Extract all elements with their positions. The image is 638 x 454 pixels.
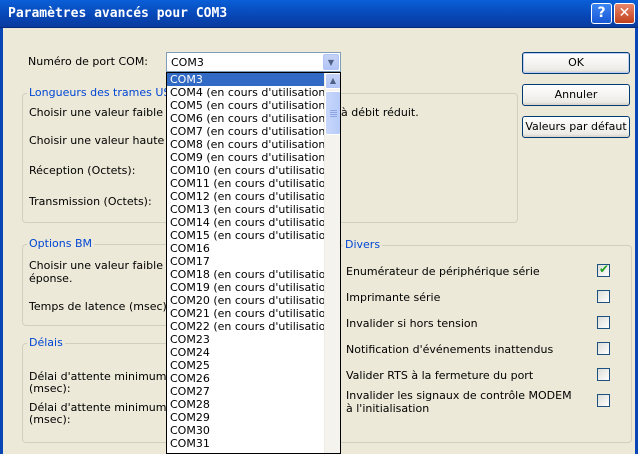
modem-signals-checkbox[interactable] <box>597 394 610 407</box>
usb-group-title: Longueurs des trames USB <box>27 86 180 99</box>
dropdown-scrollbar[interactable]: ▲ <box>324 73 340 453</box>
dropdown-option[interactable]: COM9 (en cours d'utilisation) <box>167 151 340 164</box>
usb-line1-right: à débit réduit. <box>341 106 419 119</box>
delays-group-title: Délais <box>27 336 65 349</box>
divers-group-title: Divers <box>343 238 383 251</box>
dropdown-option[interactable]: COM6 (en cours d'utilisation) <box>167 112 340 125</box>
window-title: Paramètres avancés pour COM3 <box>8 6 228 21</box>
divers-item-label: Notification d'événements inattendus <box>346 343 554 356</box>
dropdown-option[interactable]: COM28 <box>167 398 340 411</box>
bm-group-title: Options BM <box>27 237 94 250</box>
enumerator-checkbox[interactable]: ✔ <box>597 262 610 277</box>
dropdown-option[interactable]: COM4 (en cours d'utilisation) <box>167 86 340 99</box>
dropdown-option[interactable]: COM19 (en cours d'utilisation) <box>167 281 340 294</box>
dropdown-option[interactable]: COM23 <box>167 333 340 346</box>
divers-item-label: Imprimante série <box>346 291 441 304</box>
scroll-up-icon[interactable]: ▲ <box>325 73 340 89</box>
port-label: Numéro de port COM: <box>28 55 149 68</box>
reception-label: Réception (Octets): <box>29 164 136 177</box>
dropdown-option[interactable]: COM3 <box>167 73 340 86</box>
serial-printer-checkbox[interactable] <box>597 290 610 303</box>
port-combobox[interactable]: COM3 ▼ <box>166 52 341 72</box>
dropdown-option[interactable]: COM16 <box>167 242 340 255</box>
dropdown-items: COM3 COM4 (en cours d'utilisation) COM5 (e… <box>167 73 340 450</box>
dropdown-option[interactable]: COM15 (en cours d'utilisation) <box>167 229 340 242</box>
close-icon[interactable]: ✕ <box>614 3 635 24</box>
dropdown-option[interactable]: COM24 <box>167 346 340 359</box>
dropdown-option[interactable]: COM7 (en cours d'utilisation) <box>167 125 340 138</box>
help-icon[interactable]: ? <box>591 3 612 24</box>
dropdown-option[interactable]: COM14 (en cours d'utilisation) <box>167 216 340 229</box>
dropdown-option[interactable]: COM10 (en cours d'utilisation) <box>167 164 340 177</box>
divers-item-label: Enumérateur de périphérique série <box>346 265 540 278</box>
dropdown-option[interactable]: COM12 (en cours d'utilisation) <box>167 190 340 203</box>
event-notify-checkbox[interactable] <box>597 342 610 355</box>
check-icon: ✔ <box>599 262 610 276</box>
ok-button[interactable]: OK <box>522 52 630 74</box>
dropdown-option[interactable]: COM31 <box>167 437 340 450</box>
dropdown-option[interactable]: COM20 (en cours d'utilisation) <box>167 294 340 307</box>
latency-label: Temps de latence (msec): <box>29 300 171 313</box>
write-timeout-line2: (msec): <box>29 413 71 426</box>
dropdown-option[interactable]: COM26 <box>167 372 340 385</box>
dropdown-option[interactable]: COM21 (en cours d'utilisation) <box>167 307 340 320</box>
port-dropdown-list[interactable]: COM3 COM4 (en cours d'utilisation) COM5 (e… <box>166 72 341 454</box>
transmission-label: Transmission (Octets): <box>29 195 152 208</box>
chevron-down-icon[interactable]: ▼ <box>323 54 339 70</box>
dropdown-option[interactable]: COM22 (en cours d'utilisation) <box>167 320 340 333</box>
dropdown-option[interactable]: COM25 <box>167 359 340 372</box>
title-bar[interactable]: Paramètres avancés pour COM3 ? ✕ <box>0 0 638 28</box>
rts-checkbox[interactable] <box>597 368 610 381</box>
port-selected-value: COM3 <box>171 56 204 69</box>
dropdown-option[interactable]: COM5 (en cours d'utilisation) <box>167 99 340 112</box>
power-off-checkbox[interactable] <box>597 316 610 329</box>
dropdown-option[interactable]: COM27 <box>167 385 340 398</box>
usb-line1-left: Choisir une valeur faible afin <box>29 106 188 119</box>
dropdown-option[interactable]: COM11 (en cours d'utilisation) <box>167 177 340 190</box>
bm-line2: éponse. <box>29 272 73 285</box>
defaults-button[interactable]: Valeurs par défaut <box>522 116 630 138</box>
divers-item-label: Valider RTS à la fermeture du port <box>346 369 534 382</box>
dropdown-option[interactable]: COM8 (en cours d'utilisation) <box>167 138 340 151</box>
usb-line2-left: Choisir une valeur haute afin <box>29 134 189 147</box>
dropdown-option[interactable]: COM17 <box>167 255 340 268</box>
cancel-button[interactable]: Annuler <box>522 84 630 106</box>
dropdown-option[interactable]: COM13 (en cours d'utilisation) <box>167 203 340 216</box>
read-timeout-line2: (msec): <box>29 382 71 395</box>
bm-line1: Choisir une valeur faible afin <box>29 259 188 272</box>
divers-item-label: Invalider les signaux de contrôle MODEM … <box>346 389 572 415</box>
scroll-thumb[interactable] <box>325 91 340 135</box>
dropdown-option[interactable]: COM29 <box>167 411 340 424</box>
divers-item-label: Invalider si hors tension <box>346 317 478 330</box>
dropdown-option[interactable]: COM30 <box>167 424 340 437</box>
dropdown-option[interactable]: COM18 (en cours d'utilisation) <box>167 268 340 281</box>
